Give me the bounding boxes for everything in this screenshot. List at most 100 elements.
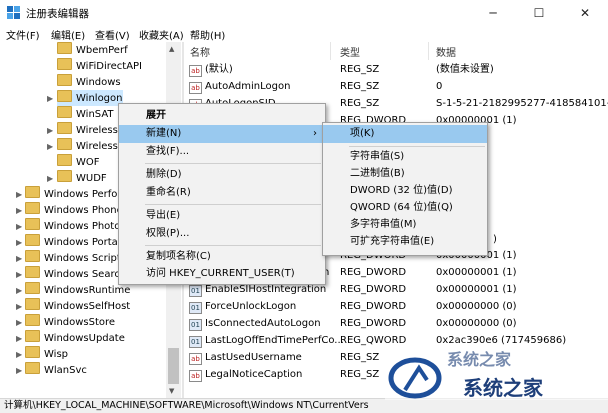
tree-item[interactable]: WindowsUpdate (25, 330, 125, 346)
submenu-item-multi-string-value[interactable]: 多字符串值(M) (323, 216, 487, 234)
menu-item-permissions[interactable]: 权限(P)... (119, 225, 325, 243)
scroll-down-icon[interactable]: ▼ (169, 387, 174, 395)
minimize-button[interactable]: ─ (470, 0, 516, 26)
window-title: 注册表编辑器 (26, 8, 89, 20)
tree-item[interactable]: Wisp (25, 346, 68, 362)
menu-separator (145, 204, 321, 205)
watermark-top-text: 系统之家 (447, 350, 512, 369)
column-header-name[interactable]: 名称 (190, 44, 210, 59)
folder-icon (57, 106, 72, 118)
tree-item[interactable]: WinSAT (57, 106, 114, 122)
chevron-right-icon: › (313, 128, 317, 139)
maximize-button[interactable]: ☐ (516, 0, 562, 26)
chevron-right-icon[interactable]: ▶ (16, 254, 22, 263)
tree-item[interactable]: WOF (57, 154, 100, 170)
chevron-right-icon[interactable]: ▶ (16, 302, 22, 311)
new-submenu: 项(K) 字符串值(S) 二进制值(B) DWORD (32 位)值(D) QW… (322, 122, 488, 256)
menu-item-expand[interactable]: 展开 (119, 107, 325, 125)
folder-icon (57, 122, 72, 134)
binary-value-icon: 01 (189, 285, 202, 297)
menu-file[interactable]: 文件(F) (6, 27, 40, 42)
folder-icon (25, 282, 40, 294)
chevron-right-icon[interactable]: ▶ (16, 190, 22, 199)
menu-item-new[interactable]: 新建(N) › (119, 125, 325, 143)
chevron-right-icon[interactable]: ▶ (16, 366, 22, 375)
folder-icon (25, 234, 40, 246)
chevron-right-icon[interactable]: ▶ (16, 222, 22, 231)
folder-icon (25, 298, 40, 310)
binary-value-icon: 01 (189, 302, 202, 314)
tree-item[interactable]: WindowsStore (25, 314, 115, 330)
menu-item-delete[interactable]: 删除(D) (119, 166, 325, 184)
submenu-item-binary-value[interactable]: 二进制值(B) (323, 165, 487, 183)
chevron-right-icon[interactable]: ▶ (16, 334, 22, 343)
string-value-icon: ab (189, 82, 202, 94)
tree-item[interactable]: WindowsRuntime (25, 282, 130, 298)
submenu-item-key[interactable]: 项(K) (323, 125, 487, 143)
scroll-up-icon[interactable]: ▲ (169, 45, 174, 53)
watermark-text: 系统之家 (463, 376, 543, 400)
string-value-icon: ab (189, 65, 202, 77)
folder-icon (57, 90, 72, 102)
menu-view[interactable]: 查看(V) (95, 27, 130, 42)
chevron-right-icon[interactable]: ▶ (16, 270, 22, 279)
binary-value-icon: 01 (189, 336, 202, 348)
chevron-right-icon[interactable]: ▶ (16, 318, 22, 327)
tree-item[interactable]: WirelessD (57, 138, 126, 154)
menu-item-find[interactable]: 查找(F)... (119, 143, 325, 161)
chevron-right-icon[interactable]: ▶ (47, 94, 53, 103)
tree-item[interactable]: WiFiDirectAPI (57, 58, 142, 74)
folder-icon (57, 138, 72, 150)
menu-edit[interactable]: 编辑(E) (51, 27, 85, 42)
tree-item[interactable]: Windows Photo (25, 218, 120, 234)
string-value-icon: ab (189, 353, 202, 365)
tree-item[interactable]: WirelessD (57, 122, 126, 138)
menu-help[interactable]: 帮助(H) (190, 27, 225, 42)
chevron-right-icon[interactable]: ▶ (16, 286, 22, 295)
tree-item[interactable]: Windows Perfor (25, 186, 122, 202)
folder-icon (57, 170, 72, 182)
chevron-right-icon[interactable]: ▶ (47, 142, 53, 151)
tree-item[interactable]: Windows Search (25, 266, 126, 282)
tree-item-winlogon-selected[interactable]: Winlogon (57, 90, 123, 106)
tree-item[interactable]: WindowsSelfHost (25, 298, 130, 314)
tree-item[interactable]: WlanSvc (25, 362, 87, 378)
chevron-right-icon[interactable]: ▶ (16, 206, 22, 215)
menu-item-copy-key-name[interactable]: 复制项名称(C) (119, 248, 325, 266)
folder-icon (57, 154, 72, 166)
tree-scroll-thumb[interactable] (168, 348, 179, 384)
column-header-data[interactable]: 数据 (436, 44, 456, 59)
tree-item[interactable]: WbemPerf (57, 42, 128, 58)
folder-icon (25, 330, 40, 342)
submenu-item-expandable-string-value[interactable]: 可扩充字符串值(E) (323, 233, 487, 251)
folder-icon (25, 346, 40, 358)
submenu-item-dword-value[interactable]: DWORD (32 位)值(D) (323, 182, 487, 200)
folder-icon (25, 202, 40, 214)
folder-icon (25, 186, 40, 198)
chevron-right-icon[interactable]: ▶ (47, 126, 53, 135)
tree-item[interactable]: Windows Phone (25, 202, 123, 218)
submenu-item-qword-value[interactable]: QWORD (64 位)值(Q) (323, 199, 487, 217)
string-value-icon: ab (189, 370, 202, 382)
column-header-type[interactable]: 类型 (340, 44, 360, 59)
tree-item[interactable]: Windows (57, 74, 121, 90)
tree-item[interactable]: Windows Script (25, 250, 121, 266)
column-divider[interactable] (330, 42, 331, 60)
menu-item-rename[interactable]: 重命名(R) (119, 184, 325, 202)
folder-icon (25, 314, 40, 326)
menu-favorites[interactable]: 收藏夹(A) (139, 27, 184, 42)
tree-item[interactable]: WUDF (57, 170, 107, 186)
chevron-right-icon[interactable]: ▶ (16, 350, 22, 359)
chevron-right-icon[interactable]: ▶ (47, 174, 53, 183)
menu-item-export[interactable]: 导出(E) (119, 207, 325, 225)
submenu-item-string-value[interactable]: 字符串值(S) (323, 148, 487, 166)
column-divider[interactable] (428, 42, 429, 60)
watermark: 系统之家 系统之家 (385, 346, 608, 400)
menu-separator (145, 245, 321, 246)
close-button[interactable]: ✕ (562, 0, 608, 26)
tree-item[interactable]: Windows Portab (25, 234, 124, 250)
menu-item-visit-hkcu[interactable]: 访问 HKEY_CURRENT_USER(T) (119, 265, 325, 283)
chevron-right-icon[interactable]: ▶ (16, 238, 22, 247)
folder-icon (57, 58, 72, 70)
title-bar: 注册表编辑器 ─ ☐ ✕ (0, 0, 608, 26)
